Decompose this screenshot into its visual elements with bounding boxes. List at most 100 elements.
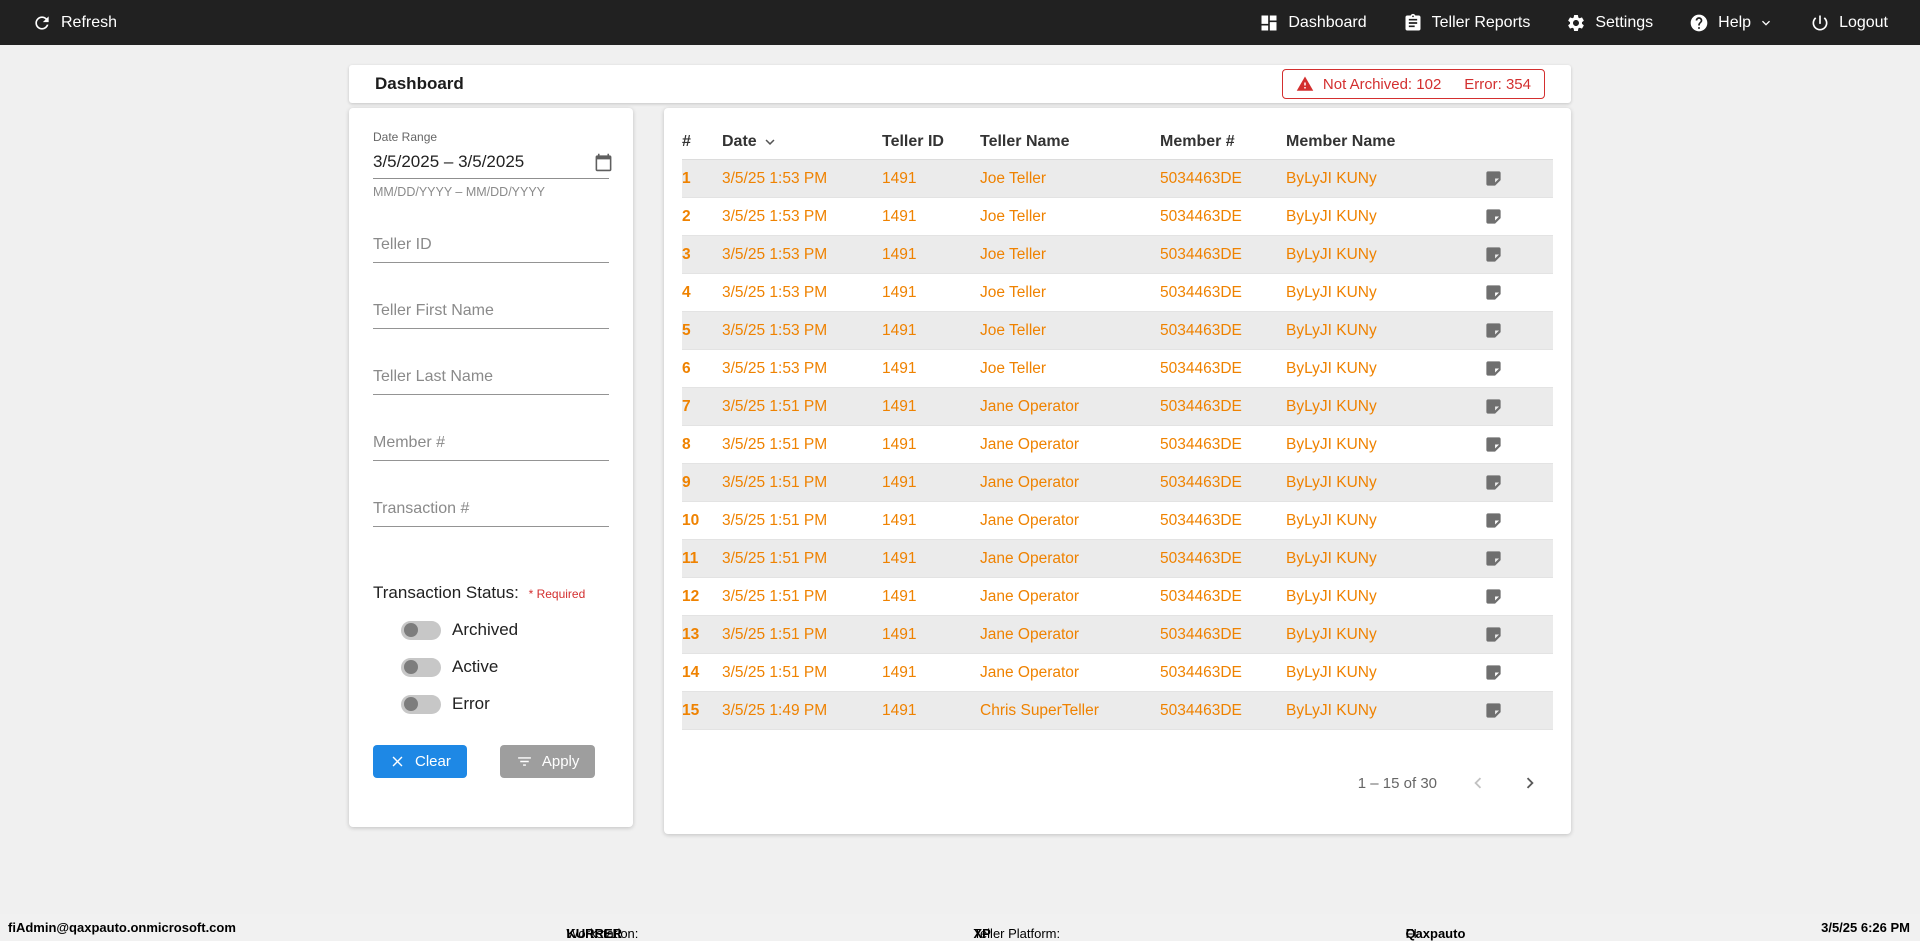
row-date: 3/5/25 1:53 PM <box>722 245 828 263</box>
row-teller-name: Jane Operator <box>980 511 1080 529</box>
status-footer: fiAdmin@qaxpauto.onmicrosoft.com Worksta… <box>0 914 1920 941</box>
calendar-icon[interactable] <box>594 153 613 172</box>
row-teller-id: 1491 <box>882 321 917 339</box>
note-icon[interactable] <box>1484 663 1503 682</box>
toggle-active[interactable]: Active <box>401 657 609 677</box>
note-icon[interactable] <box>1484 435 1503 454</box>
note-icon[interactable] <box>1484 207 1503 226</box>
note-icon[interactable] <box>1484 321 1503 340</box>
toggle-error[interactable]: Error <box>401 694 609 714</box>
row-teller-name: Joe Teller <box>980 207 1047 225</box>
teller-last-name-input[interactable] <box>373 361 609 395</box>
table-row[interactable]: 14 3/5/25 1:51 PM 1491 Jane Operator 503… <box>682 654 1553 692</box>
row-number: 5 <box>682 321 691 339</box>
filters-panel: Date Range MM/DD/YYYY – MM/DD/YYYY <box>349 108 633 827</box>
pagination-range-text: 1 – 15 of 30 <box>1357 774 1437 792</box>
table-row[interactable]: 4 3/5/25 1:53 PM 1491 Joe Teller 5034463… <box>682 274 1553 312</box>
note-icon[interactable] <box>1484 587 1503 606</box>
row-teller-id: 1491 <box>882 701 917 719</box>
note-icon[interactable] <box>1484 511 1503 530</box>
note-icon[interactable] <box>1484 549 1503 568</box>
table-row[interactable]: 9 3/5/25 1:51 PM 1491 Jane Operator 5034… <box>682 464 1553 502</box>
table-row[interactable]: 12 3/5/25 1:51 PM 1491 Jane Operator 503… <box>682 578 1553 616</box>
next-page-button[interactable] <box>1519 772 1541 794</box>
table-row[interactable]: 15 3/5/25 1:49 PM 1491 Chris SuperTeller… <box>682 692 1553 730</box>
note-icon[interactable] <box>1484 701 1503 720</box>
row-number: 6 <box>682 359 691 377</box>
warning-icon <box>1296 75 1314 93</box>
nav-dashboard[interactable]: Dashboard <box>1259 13 1367 33</box>
clipboard-icon <box>1403 13 1423 33</box>
nav-teller-reports-label: Teller Reports <box>1431 13 1531 31</box>
row-member-name: ByLyJI KUNy <box>1286 549 1377 567</box>
top-navigation-bar: Refresh Dashboard Teller Reports Setting… <box>0 0 1920 45</box>
note-icon[interactable] <box>1484 397 1503 416</box>
row-number: 10 <box>682 511 700 529</box>
date-range-input[interactable] <box>373 152 594 172</box>
nav-teller-reports[interactable]: Teller Reports <box>1403 13 1531 33</box>
table-row[interactable]: 8 3/5/25 1:51 PM 1491 Jane Operator 5034… <box>682 426 1553 464</box>
teller-first-name-input[interactable] <box>373 295 609 329</box>
row-teller-name: Jane Operator <box>980 663 1080 681</box>
row-date: 3/5/25 1:53 PM <box>722 321 828 339</box>
table-row[interactable]: 3 3/5/25 1:53 PM 1491 Joe Teller 5034463… <box>682 236 1553 274</box>
page-title: Dashboard <box>375 74 464 93</box>
table-row[interactable]: 6 3/5/25 1:53 PM 1491 Joe Teller 5034463… <box>682 350 1553 388</box>
row-number: 4 <box>682 283 691 301</box>
row-teller-id: 1491 <box>882 397 917 415</box>
toggle-archived[interactable]: Archived <box>401 620 609 640</box>
note-icon[interactable] <box>1484 245 1503 264</box>
col-header-date[interactable]: Date <box>722 133 882 151</box>
clear-button[interactable]: Clear <box>373 745 467 778</box>
row-member-name: ByLyJI KUNy <box>1286 321 1377 339</box>
note-icon[interactable] <box>1484 625 1503 644</box>
nav-settings[interactable]: Settings <box>1566 13 1653 33</box>
note-icon[interactable] <box>1484 473 1503 492</box>
archived-switch[interactable] <box>401 620 441 640</box>
row-member-number: 5034463DE <box>1160 701 1242 719</box>
row-member-number: 5034463DE <box>1160 207 1242 225</box>
table-row[interactable]: 5 3/5/25 1:53 PM 1491 Joe Teller 5034463… <box>682 312 1553 350</box>
note-icon[interactable] <box>1484 359 1503 378</box>
note-icon[interactable] <box>1484 283 1503 302</box>
row-member-name: ByLyJI KUNy <box>1286 663 1377 681</box>
member-number-input[interactable] <box>373 427 609 461</box>
row-member-number: 5034463DE <box>1160 321 1242 339</box>
table-row[interactable]: 1 3/5/25 1:53 PM 1491 Joe Teller 5034463… <box>682 160 1553 198</box>
row-teller-id: 1491 <box>882 511 917 529</box>
transaction-number-input[interactable] <box>373 493 609 527</box>
error-switch[interactable] <box>401 694 441 714</box>
row-teller-id: 1491 <box>882 169 917 187</box>
row-teller-name: Jane Operator <box>980 587 1080 605</box>
row-teller-id: 1491 <box>882 245 917 263</box>
refresh-button[interactable]: Refresh <box>32 13 117 33</box>
not-archived-count: Not Archived: 102 <box>1322 75 1442 93</box>
table-row[interactable]: 11 3/5/25 1:51 PM 1491 Jane Operator 503… <box>682 540 1553 578</box>
row-teller-id: 1491 <box>882 625 917 643</box>
logout-button[interactable]: Logout <box>1810 13 1888 33</box>
apply-button[interactable]: Apply <box>499 745 596 778</box>
table-row[interactable]: 2 3/5/25 1:53 PM 1491 Joe Teller 5034463… <box>682 198 1553 236</box>
row-member-number: 5034463DE <box>1160 625 1242 643</box>
row-teller-id: 1491 <box>882 587 917 605</box>
note-icon[interactable] <box>1484 169 1503 188</box>
table-row[interactable]: 10 3/5/25 1:51 PM 1491 Jane Operator 503… <box>682 502 1553 540</box>
teller-id-input[interactable] <box>373 229 609 263</box>
previous-page-button[interactable] <box>1467 772 1489 794</box>
row-teller-name: Jane Operator <box>980 625 1080 643</box>
nav-help[interactable]: Help <box>1689 13 1774 33</box>
table-row[interactable]: 13 3/5/25 1:51 PM 1491 Jane Operator 503… <box>682 616 1553 654</box>
row-number: 9 <box>682 473 691 491</box>
page-header: Dashboard Not Archived: 102 Error: 354 <box>349 65 1571 103</box>
row-member-name: ByLyJI KUNy <box>1286 245 1377 263</box>
clear-button-label: Clear <box>415 753 451 770</box>
row-member-number: 5034463DE <box>1160 663 1242 681</box>
row-member-number: 5034463DE <box>1160 587 1242 605</box>
row-number: 1 <box>682 169 691 187</box>
col-header-member-num: Member # <box>1160 132 1235 150</box>
help-icon <box>1689 13 1709 33</box>
row-teller-id: 1491 <box>882 359 917 377</box>
clear-x-icon <box>389 753 406 770</box>
active-switch[interactable] <box>401 657 441 677</box>
table-row[interactable]: 7 3/5/25 1:51 PM 1491 Jane Operator 5034… <box>682 388 1553 426</box>
